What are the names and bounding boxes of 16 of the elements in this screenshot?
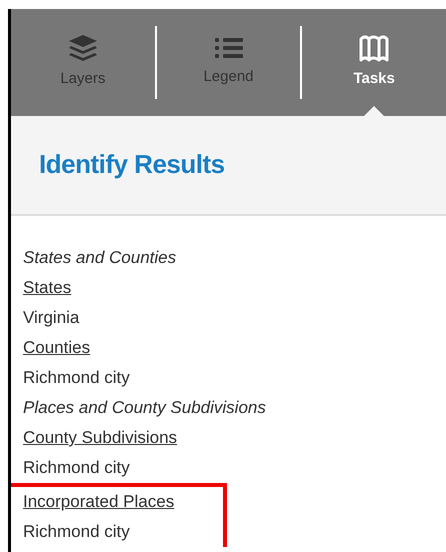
group-heading: States and Counties bbox=[23, 247, 176, 269]
layer-name: Incorporated Places bbox=[23, 491, 174, 513]
result-value: Richmond city bbox=[23, 521, 130, 543]
list-icon bbox=[214, 36, 244, 60]
layer-name: County Subdivisions bbox=[23, 427, 178, 449]
map-icon bbox=[359, 34, 390, 62]
panel-title: Identify Results bbox=[39, 149, 225, 181]
result-value: Richmond city bbox=[23, 457, 130, 479]
result-value: Virginia bbox=[23, 307, 80, 329]
result-value: Richmond city bbox=[23, 367, 130, 389]
layers-icon bbox=[68, 34, 98, 62]
layer-name: States bbox=[23, 277, 72, 299]
layer-name: Counties bbox=[23, 337, 90, 359]
tab[interactable]: Legend bbox=[156, 9, 300, 116]
group-heading: Places and County Subdivisions bbox=[23, 397, 266, 419]
tab[interactable]: Layers bbox=[11, 9, 155, 116]
